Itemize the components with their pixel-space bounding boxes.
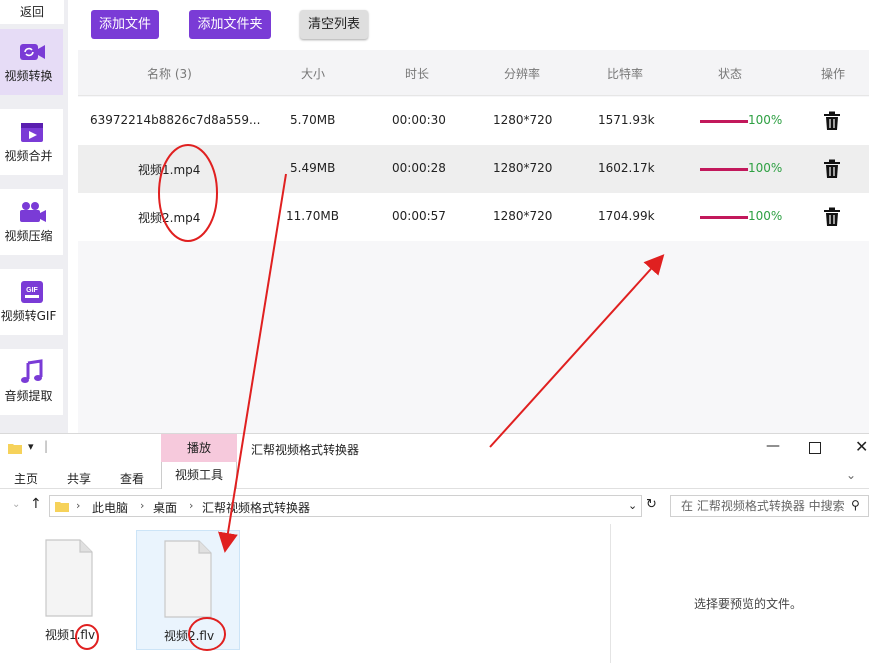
trash-icon[interactable] xyxy=(823,111,841,131)
address-bar[interactable]: › 此电脑 › 桌面 › 汇帮视频格式转换器 ⌄ xyxy=(49,495,642,517)
cell-size: 11.70MB xyxy=(286,209,339,223)
nav-video-convert[interactable]: 视频转换 xyxy=(0,29,63,95)
video-convert-icon xyxy=(19,44,45,60)
file-explorer-window: ▾ | 播放 汇帮视频格式转换器 — ✕ 主页 共享 查看 视频工具 ⌄ ⌄ ↑… xyxy=(0,433,869,663)
preview-message: 选择要预览的文件。 xyxy=(694,597,803,611)
file-icon xyxy=(45,539,93,617)
cell-name: 视频1.mp4 xyxy=(138,163,201,177)
table-row[interactable]: 视频1.mp4 5.49MB 00:00:28 1280*720 1602.17… xyxy=(78,145,869,193)
search-icon: ⚲ xyxy=(851,498,860,512)
status-text: 100% xyxy=(748,161,783,175)
cell-bitrate: 1602.17k xyxy=(598,161,655,175)
music-note-icon xyxy=(20,359,42,383)
close-icon[interactable]: ✕ xyxy=(855,437,868,456)
folder-icon xyxy=(8,444,22,454)
minimize-icon[interactable]: — xyxy=(766,438,780,454)
nav-label: 视频压缩 xyxy=(4,229,53,243)
tab-share[interactable]: 共享 xyxy=(67,470,91,487)
progress-bar xyxy=(700,120,748,123)
header-size: 大小 xyxy=(301,67,326,81)
chevron-right-icon: › xyxy=(189,499,194,512)
trash-icon[interactable] xyxy=(823,159,841,179)
search-input[interactable]: 在 汇帮视频格式转换器 中搜索 xyxy=(670,495,869,517)
cell-duration: 00:00:57 xyxy=(392,209,446,223)
nav-label: 音频提取 xyxy=(4,389,53,403)
cell-duration: 00:00:30 xyxy=(392,113,446,127)
cell-duration: 00:00:28 xyxy=(392,161,446,175)
up-arrow-icon[interactable]: ↑ xyxy=(30,496,42,512)
file-name: 视频1.flv xyxy=(44,628,96,642)
clear-list-button[interactable]: 清空列表 xyxy=(300,10,368,39)
nav-video-gif[interactable]: GIF 视频转GIF xyxy=(0,269,63,335)
nav-video-merge[interactable]: 视频合并 xyxy=(0,109,63,175)
header-actions: 操作 xyxy=(821,67,846,81)
breadcrumb-this-pc[interactable]: 此电脑 xyxy=(92,499,128,516)
status-text: 100% xyxy=(748,113,783,127)
gif-badge: GIF xyxy=(26,287,38,294)
tab-play[interactable]: 播放 xyxy=(161,434,237,462)
table-header: 名称 (3) 大小 时长 分辨率 比特率 状态 操作 xyxy=(78,50,869,96)
tab-view[interactable]: 查看 xyxy=(120,470,144,487)
breadcrumb-desktop[interactable]: 桌面 xyxy=(153,499,177,516)
file-name: 视频2.flv xyxy=(163,629,215,643)
back-arrow-icon[interactable]: ⌄ xyxy=(12,499,20,510)
chevron-down-icon[interactable]: ⌄ xyxy=(628,499,637,512)
window-title: 汇帮视频格式转换器 xyxy=(251,443,360,457)
header-resolution: 分辨率 xyxy=(504,67,541,81)
add-file-button[interactable]: 添加文件 xyxy=(91,10,159,39)
progress-bar xyxy=(700,216,748,219)
header-status: 状态 xyxy=(718,67,743,81)
file-item[interactable]: 视频1.flv xyxy=(18,530,122,650)
converter-app: 返回 视频转换 视频合并 视频压缩 GIF 视频转GIF 音频提取 添加文件 添… xyxy=(0,0,869,435)
cell-size: 5.70MB xyxy=(290,113,336,127)
header-bitrate: 比特率 xyxy=(607,67,644,81)
cell-resolution: 1280*720 xyxy=(493,113,553,127)
video-compress-icon xyxy=(19,202,46,222)
video-merge-icon xyxy=(20,123,43,142)
file-icon xyxy=(164,540,212,618)
chevron-right-icon: › xyxy=(76,499,81,512)
address-row: ⌄ ↑ › 此电脑 › 桌面 › 汇帮视频格式转换器 ⌄ ↻ 在 汇帮视频格式转… xyxy=(0,490,869,522)
sidebar: 返回 视频转换 视频合并 视频压缩 GIF 视频转GIF 音频提取 xyxy=(0,0,68,435)
tab-video-tools[interactable]: 视频工具 xyxy=(161,462,237,489)
ribbon-expand-icon[interactable]: ⌄ xyxy=(846,468,856,482)
refresh-icon[interactable]: ↻ xyxy=(646,497,657,512)
cell-resolution: 1280*720 xyxy=(493,209,553,223)
table-row[interactable]: 63972214b8826c7d8a559... 5.70MB 00:00:30… xyxy=(78,97,869,145)
nav-video-compress[interactable]: 视频压缩 xyxy=(0,189,63,255)
file-area: 视频1.flv 视频2.flv 选择要预览的文件。 xyxy=(0,524,869,663)
header-duration: 时长 xyxy=(405,67,430,81)
quick-access-dropdown-icon[interactable]: ▾ xyxy=(28,440,34,453)
gif-icon: GIF xyxy=(20,281,43,303)
cell-bitrate: 1704.99k xyxy=(598,209,655,223)
progress-bar xyxy=(700,168,748,171)
trash-icon[interactable] xyxy=(823,207,841,227)
ribbon-tabs: 主页 共享 查看 视频工具 ⌄ xyxy=(0,462,869,489)
cell-name: 视频2.mp4 xyxy=(138,211,201,225)
chevron-right-icon: › xyxy=(140,499,145,512)
file-table: 名称 (3) 大小 时长 分辨率 比特率 状态 操作 63972214b8826… xyxy=(78,50,869,435)
back-button[interactable]: 返回 xyxy=(0,0,64,24)
folder-icon xyxy=(55,502,69,512)
cell-resolution: 1280*720 xyxy=(493,161,553,175)
breadcrumb-folder[interactable]: 汇帮视频格式转换器 xyxy=(202,499,310,516)
preview-divider xyxy=(610,524,611,663)
title-separator: | xyxy=(44,439,49,453)
nav-label: 视频转GIF xyxy=(0,309,57,323)
cell-bitrate: 1571.93k xyxy=(598,113,655,127)
cell-size: 5.49MB xyxy=(290,161,336,175)
header-name: 名称 (3) xyxy=(147,67,192,81)
file-item-selected[interactable]: 视频2.flv xyxy=(136,530,240,650)
explorer-title-bar: ▾ | 播放 汇帮视频格式转换器 — ✕ xyxy=(0,434,869,462)
tab-home[interactable]: 主页 xyxy=(14,470,38,487)
add-folder-button[interactable]: 添加文件夹 xyxy=(189,10,271,39)
maximize-icon[interactable] xyxy=(809,442,821,454)
nav-audio-extract[interactable]: 音频提取 xyxy=(0,349,63,415)
nav-label: 视频合并 xyxy=(4,149,53,163)
status-text: 100% xyxy=(748,209,783,223)
cell-name: 63972214b8826c7d8a559... xyxy=(90,113,261,127)
nav-label: 视频转换 xyxy=(4,69,53,83)
table-row[interactable]: 视频2.mp4 11.70MB 00:00:57 1280*720 1704.9… xyxy=(78,193,869,241)
